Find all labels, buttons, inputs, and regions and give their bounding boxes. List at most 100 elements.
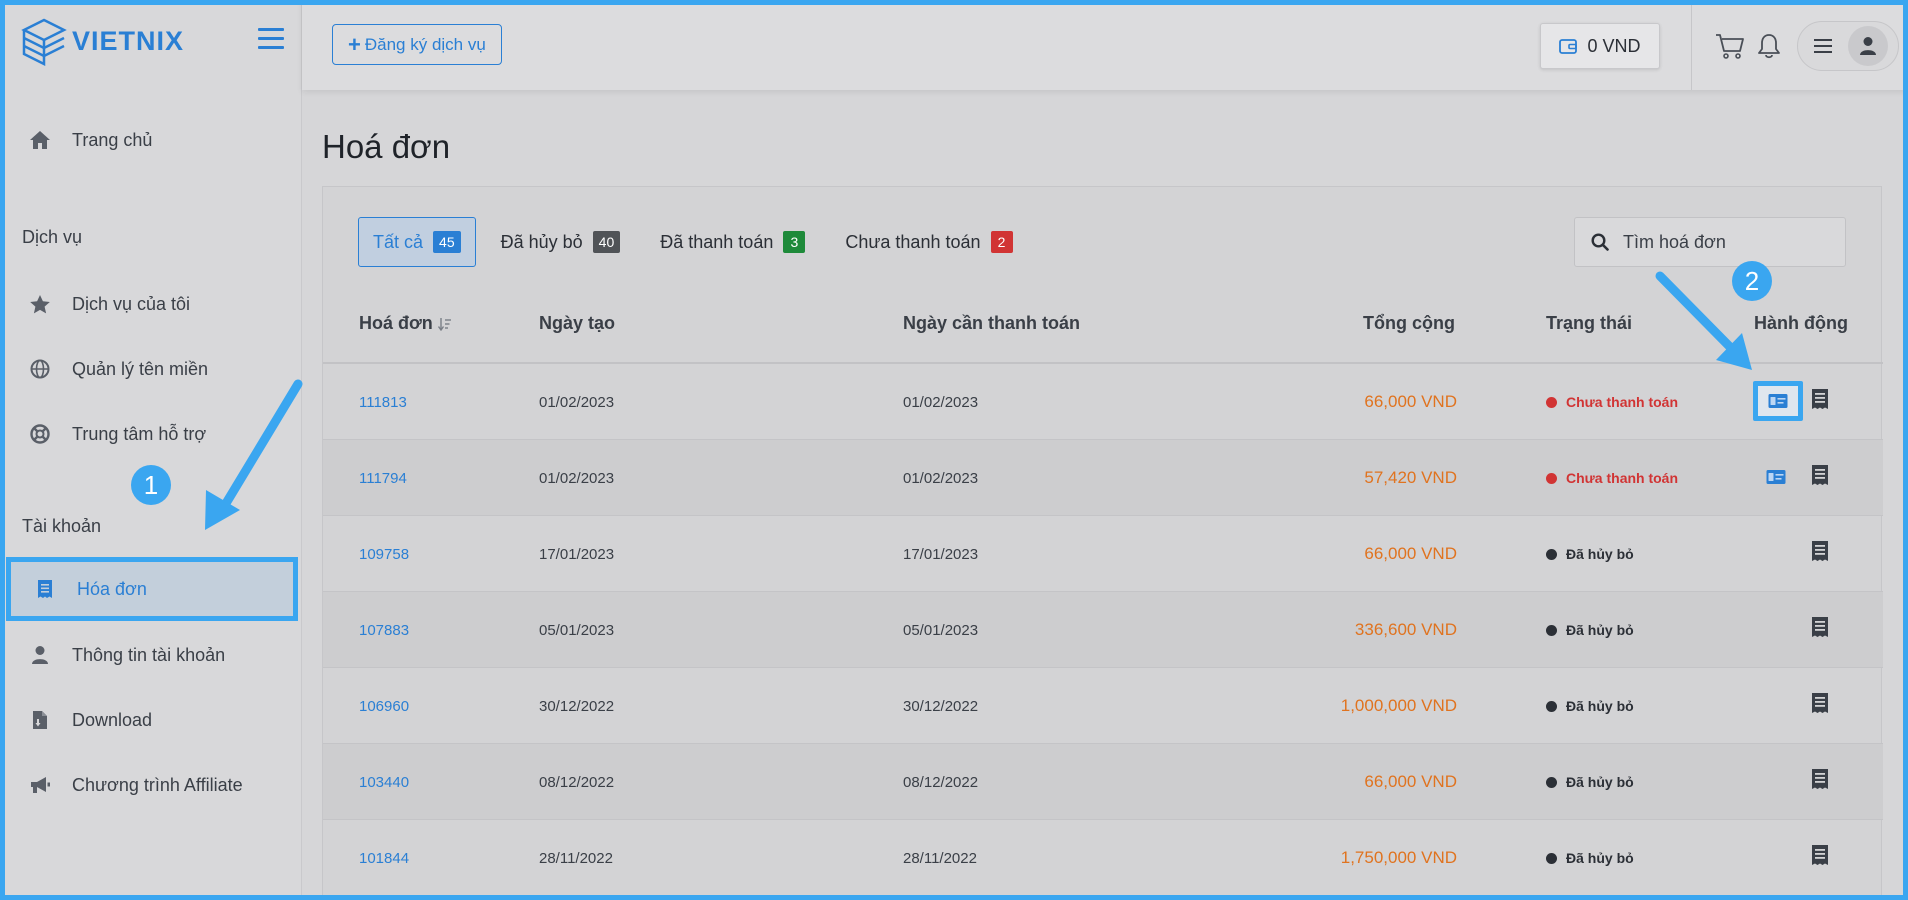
- invoice-id-link[interactable]: 101844: [359, 820, 409, 896]
- sidebar-item-my-services[interactable]: Dịch vụ của tôi: [0, 275, 302, 333]
- sidebar-item-support[interactable]: Trung tâm hỗ trợ: [0, 405, 302, 463]
- plus-icon: +: [348, 31, 361, 57]
- invoice-total: 1,750,000 VND: [1340, 848, 1457, 867]
- invoices-card: Tất cả 45 Đã hủy bỏ 40 Đã thanh toán 3 C…: [322, 186, 1883, 900]
- invoice-total: 66,000 VND: [1364, 772, 1457, 791]
- logo[interactable]: VIETNIX: [20, 16, 184, 66]
- invoice-id-link[interactable]: 109758: [359, 516, 409, 592]
- status-dot: [1546, 396, 1557, 408]
- invoice-id-link[interactable]: 111813: [359, 364, 407, 440]
- status-badge: Chưa thanh toán: [1546, 440, 1678, 516]
- invoice-total: 66,000 VND: [1364, 544, 1457, 563]
- count-badge: 2: [990, 231, 1013, 253]
- user-menu[interactable]: [1797, 21, 1899, 71]
- user-avatar-icon: [1860, 37, 1876, 55]
- sidebar-item-affiliate[interactable]: Chương trình Affiliate: [0, 756, 302, 814]
- megaphone-icon: [28, 773, 52, 797]
- table-row: 101844 28/11/2022 28/11/2022 1,750,000 VND Đ…: [323, 820, 1883, 896]
- table-row: 111794 01/02/2023 01/02/2023 57,420 VND Chưa…: [323, 440, 1883, 516]
- search-icon: [1591, 233, 1609, 251]
- pay-invoice-icon[interactable]: [1768, 393, 1788, 409]
- sidebar-item-domains[interactable]: Quản lý tên miền: [0, 340, 302, 398]
- page-title: Hoá đơn: [322, 128, 451, 165]
- tab-all[interactable]: Tất cả 45: [358, 217, 476, 267]
- count-badge: 40: [592, 231, 621, 253]
- col-invoice[interactable]: Hoá đơn: [359, 313, 452, 334]
- view-invoice-icon[interactable]: [1811, 464, 1829, 486]
- tab-label: Chưa thanh toán: [845, 231, 981, 252]
- tab-cancelled[interactable]: Đã hủy bỏ 40: [486, 217, 636, 267]
- table-row: 107883 05/01/2023 05/01/2023 336,600 VND Đã …: [323, 592, 1883, 668]
- tab-paid[interactable]: Đã thanh toán 3: [645, 217, 820, 267]
- status-label: Đã hủy bỏ: [1566, 774, 1634, 790]
- search-input[interactable]: [1623, 231, 1823, 253]
- menu-icon: [1814, 35, 1832, 57]
- due-date: 01/02/2023: [903, 393, 979, 411]
- status-dot: [1546, 852, 1557, 864]
- sidebar-toggle-icon[interactable]: [258, 28, 284, 50]
- invoice-icon: [33, 577, 57, 601]
- table-row: 109758 17/01/2023 17/01/2023 66,000 VND Đã h…: [323, 516, 1883, 592]
- invoice-id-link[interactable]: 106960: [359, 668, 409, 744]
- sidebar-item-download[interactable]: Download: [0, 691, 302, 749]
- sidebar-item-home[interactable]: Trang chủ: [0, 111, 302, 169]
- invoice-id-link[interactable]: 103440: [359, 744, 409, 820]
- status-label: Đã hủy bỏ: [1566, 622, 1634, 638]
- callout-2: 2: [1732, 261, 1772, 301]
- invoice-total: 336,600 VND: [1354, 620, 1457, 639]
- status-badge: Đã hủy bỏ: [1546, 744, 1634, 820]
- register-service-button[interactable]: + Đăng ký dịch vụ: [332, 24, 502, 65]
- invoice-id-link[interactable]: 111794: [359, 440, 407, 516]
- col-actions: Hành động: [1754, 313, 1848, 333]
- view-invoice-icon[interactable]: [1811, 844, 1829, 866]
- created-date: 28/11/2022: [539, 849, 613, 867]
- sidebar-item-account-info[interactable]: Thông tin tài khoản: [0, 626, 302, 684]
- vietnix-logo-icon: [21, 18, 67, 66]
- status-label: Đã hủy bỏ: [1566, 850, 1634, 866]
- sidebar-item-label: Dịch vụ của tôi: [72, 293, 191, 314]
- created-date: 08/12/2022: [539, 773, 615, 791]
- status-dot: [1546, 700, 1557, 712]
- tab-label: Tất cả: [373, 231, 424, 252]
- sidebar-item-label: Trang chủ: [72, 129, 153, 150]
- status-badge: Đã hủy bỏ: [1546, 820, 1634, 896]
- sidebar-item-invoices[interactable]: Hóa đơn: [6, 557, 298, 621]
- callout-1: 1: [131, 465, 171, 505]
- view-invoice-icon[interactable]: [1811, 692, 1829, 714]
- status-label: Chưa thanh toán: [1566, 470, 1679, 486]
- invoice-id-link[interactable]: 107883: [359, 592, 409, 668]
- col-invoice-label: Hoá đơn: [359, 313, 433, 333]
- view-invoice-icon[interactable]: [1811, 616, 1829, 638]
- view-invoice-icon[interactable]: [1811, 388, 1829, 410]
- invoice-search[interactable]: [1574, 217, 1846, 267]
- cart-icon[interactable]: [1715, 32, 1745, 60]
- status-badge: Đã hủy bỏ: [1546, 592, 1634, 668]
- view-invoice-icon[interactable]: [1811, 540, 1829, 562]
- table-row: 103440 08/12/2022 08/12/2022 66,000 VND Đã h…: [323, 744, 1883, 820]
- register-service-label: Đăng ký dịch vụ: [364, 34, 486, 54]
- user-icon: [28, 643, 52, 667]
- invoice-total: 57,420 VND: [1364, 468, 1457, 487]
- due-date: 30/12/2022: [903, 697, 979, 715]
- tab-label: Đã thanh toán: [660, 231, 774, 252]
- view-invoice-icon[interactable]: [1811, 768, 1829, 790]
- wallet-balance[interactable]: 0 VND: [1540, 23, 1660, 69]
- created-date: 17/01/2023: [539, 545, 615, 563]
- tab-unpaid[interactable]: Chưa thanh toán 2: [830, 217, 1027, 267]
- status-badge: Chưa thanh toán: [1546, 364, 1678, 440]
- balance-amount: 0 VND: [1587, 35, 1641, 56]
- nav-section-services: Dịch vụ: [22, 227, 83, 247]
- nav-section-account: Tài khoản: [22, 516, 102, 536]
- home-icon: [28, 128, 52, 152]
- invoice-total: 1,000,000 VND: [1340, 696, 1457, 715]
- brand-name: VIETNIX: [72, 25, 185, 56]
- due-date: 05/01/2023: [903, 621, 979, 639]
- pay-invoice-icon[interactable]: [1766, 469, 1786, 485]
- status-dot: [1546, 776, 1557, 788]
- status-dot: [1546, 472, 1557, 484]
- header-divider: [1691, 0, 1692, 90]
- invoice-total: 66,000 VND: [1364, 392, 1457, 411]
- bell-icon[interactable]: [1757, 32, 1781, 60]
- wallet-icon: [1559, 39, 1578, 54]
- sidebar-item-label: Quản lý tên miền: [72, 358, 209, 379]
